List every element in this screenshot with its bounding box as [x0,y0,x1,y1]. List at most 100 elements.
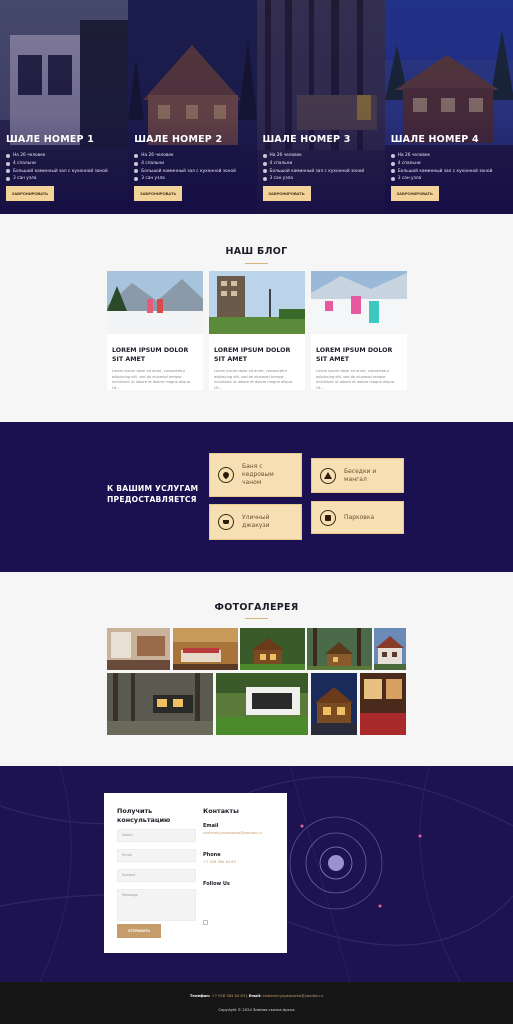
phone-link[interactable]: +7 928 384 84 63 [203,860,236,864]
book-button[interactable]: ЗАБРОНИРОВАТЬ [390,186,439,201]
chalet-title: ШАЛЕ НОМЕР 4 [390,134,479,145]
name-field[interactable]: Name [117,829,196,842]
blog-section: НАШ БЛОГ LOREM IPSUM DOLOR SIT AMET Lore… [0,214,513,422]
bed-icon [134,161,139,166]
instagram-icon[interactable] [203,920,208,925]
feature-item: 3 сан узла [390,175,493,183]
blog-photo [311,271,407,334]
service-label: Беседки и мангал [344,467,377,483]
bed-icon [390,161,395,166]
chalet-title: ШАЛЕ НОМЕР 2 [134,134,223,145]
footer-contacts: Телефон: +7 928 384 84 63 | Email: shale… [189,994,324,998]
blog-post-excerpt: Lorem ipsum dolor sit amet, consectetur … [214,369,294,390]
gallery-photo[interactable] [360,673,406,735]
book-button[interactable]: ЗАБРОНИРОВАТЬ [6,186,54,201]
blog-post-excerpt: Lorem ipsum dolor sit amet, consectetur … [112,369,192,390]
blog-photo [107,271,203,334]
feature-item: 3 сан узла [262,175,365,183]
drop-icon [218,467,234,483]
feature-item: 3 сан узла [6,175,108,183]
blog-post-title: LOREM IPSUM DOLOR SIT AMET [112,347,189,363]
feature-item: 4 спальни [262,160,365,168]
blog-photo [209,271,305,334]
footer-phone-label: Телефон: [189,994,211,998]
chalet-features: На 26 человек 4 спальни Большой каминный… [6,152,108,183]
chalet-features: На 26 человек 4 спальни Большой каминный… [134,152,236,183]
user-icon [6,153,10,158]
email-label: Email [203,823,219,829]
gallery-photo[interactable] [240,628,305,670]
chalet-title: ШАЛЕ НОМЕР 3 [262,134,351,145]
form-title: Получить консультацию [117,807,171,824]
gallery-photo[interactable] [216,673,308,735]
footer-email[interactable]: shaleminyayaskazka@yandex.ru [263,994,323,998]
book-button[interactable]: ЗАБРОНИРОВАТЬ [134,186,183,201]
tent-icon [320,467,336,484]
blog-post-title: LOREM IPSUM DOLOR SIT AMET [316,347,393,363]
bath-icon [262,177,267,182]
contacts-title: Контакты [203,807,239,815]
feature-item: 3 сан узла [134,175,236,183]
service-parking: Парковка [311,501,404,534]
user-icon [262,153,267,158]
feature-item: 4 спальни [390,160,493,168]
copyright: Copyright © 2024 Зимняя сказка Архыз [218,1008,295,1012]
gallery-photo[interactable] [374,628,406,670]
feature-item: На 26 человек [6,152,108,160]
service-jacuzzi: Уличный джакузи [209,504,302,540]
gallery-section: ФОТОГАЛЕРЕЯ [0,572,513,766]
gallery-photo[interactable] [311,673,357,735]
bath-icon [390,177,395,182]
follow-label: Follow Us [203,881,230,887]
feature-item: На 26 человек [390,152,493,160]
contact-card: Получить консультацию Name Email Subject… [104,793,287,953]
contact-section: Получить консультацию Name Email Subject… [0,766,513,982]
feature-item: Большой каминный зал с кухонной зоной [262,168,364,176]
gallery-photo[interactable] [307,628,372,670]
feature-item: 4 спальни [6,160,108,168]
fire-icon [390,169,395,174]
blog-post-title: LOREM IPSUM DOLOR SIT AMET [214,347,291,363]
chalet-card: ШАЛЕ НОМЕР 3 На 26 человек 4 спальни Бол… [256,0,385,214]
fire-icon [6,169,10,174]
chalet-title: ШАЛЕ НОМЕР 1 [6,134,95,145]
blog-card[interactable]: LOREM IPSUM DOLOR SIT AMET Lorem ipsum d… [311,271,407,390]
services-heading: К ВАШИМ УСЛУГАМ ПРЕДОСТАВЛЯЕТСЯ [107,484,199,504]
service-label: Парковка [344,513,375,521]
service-gazebo: Беседки и мангал [311,458,404,493]
phone-label: Phone [203,852,221,858]
chalet-card: ШАЛЕ НОМЕР 2 На 26 человек 4 спальни Бол… [128,0,257,214]
footer: Телефон: +7 928 384 84 63 | Email: shale… [0,982,513,1024]
user-icon [134,153,139,158]
message-field[interactable]: Message [117,889,196,921]
book-button[interactable]: ЗАБРОНИРОВАТЬ [262,186,311,201]
gallery-photo[interactable] [107,673,213,735]
chalet-features: На 26 человек 4 спальни Большой каминный… [262,152,365,183]
bed-icon [6,161,10,166]
feature-item: Большой каминный зал с кухонной зоной [134,168,236,176]
email-field[interactable]: Email [117,849,196,862]
blog-title: НАШ БЛОГ [225,246,288,257]
title-divider [245,618,268,619]
bath-icon [218,514,234,530]
feature-item: На 26 человек [262,152,365,160]
subject-field[interactable]: Subject [117,869,196,882]
email-link[interactable]: shaleminyayaskazka@yandex.ru [203,831,262,835]
parking-icon [320,509,336,526]
service-label: Уличный джакузи [242,514,270,529]
title-divider [245,263,268,264]
feature-item: Большой каминный зал с кухонной зоной [6,168,108,176]
gallery-photo[interactable] [173,628,238,670]
feature-item: Большой каминный зал с кухонной зоной [390,168,492,176]
send-button[interactable]: ОТПРАВИТЬ [117,924,161,938]
footer-phone[interactable]: +7 928 384 84 63 [211,994,245,998]
gallery-title: ФОТОГАЛЕРЕЯ [214,602,299,613]
blog-post-excerpt: Lorem ipsum dolor sit amet, consectetur … [316,369,396,390]
footer-email-label: Email: [248,994,262,998]
gallery-photo[interactable] [107,628,170,670]
bath-icon [6,177,10,182]
blog-card[interactable]: LOREM IPSUM DOLOR SIT AMET Lorem ipsum d… [107,271,203,390]
service-label: Баня с кедровым чаном [242,463,274,486]
blog-card[interactable]: LOREM IPSUM DOLOR SIT AMET Lorem ipsum d… [209,271,305,390]
chalet-features: На 26 человек 4 спальни Большой каминный… [390,152,493,183]
